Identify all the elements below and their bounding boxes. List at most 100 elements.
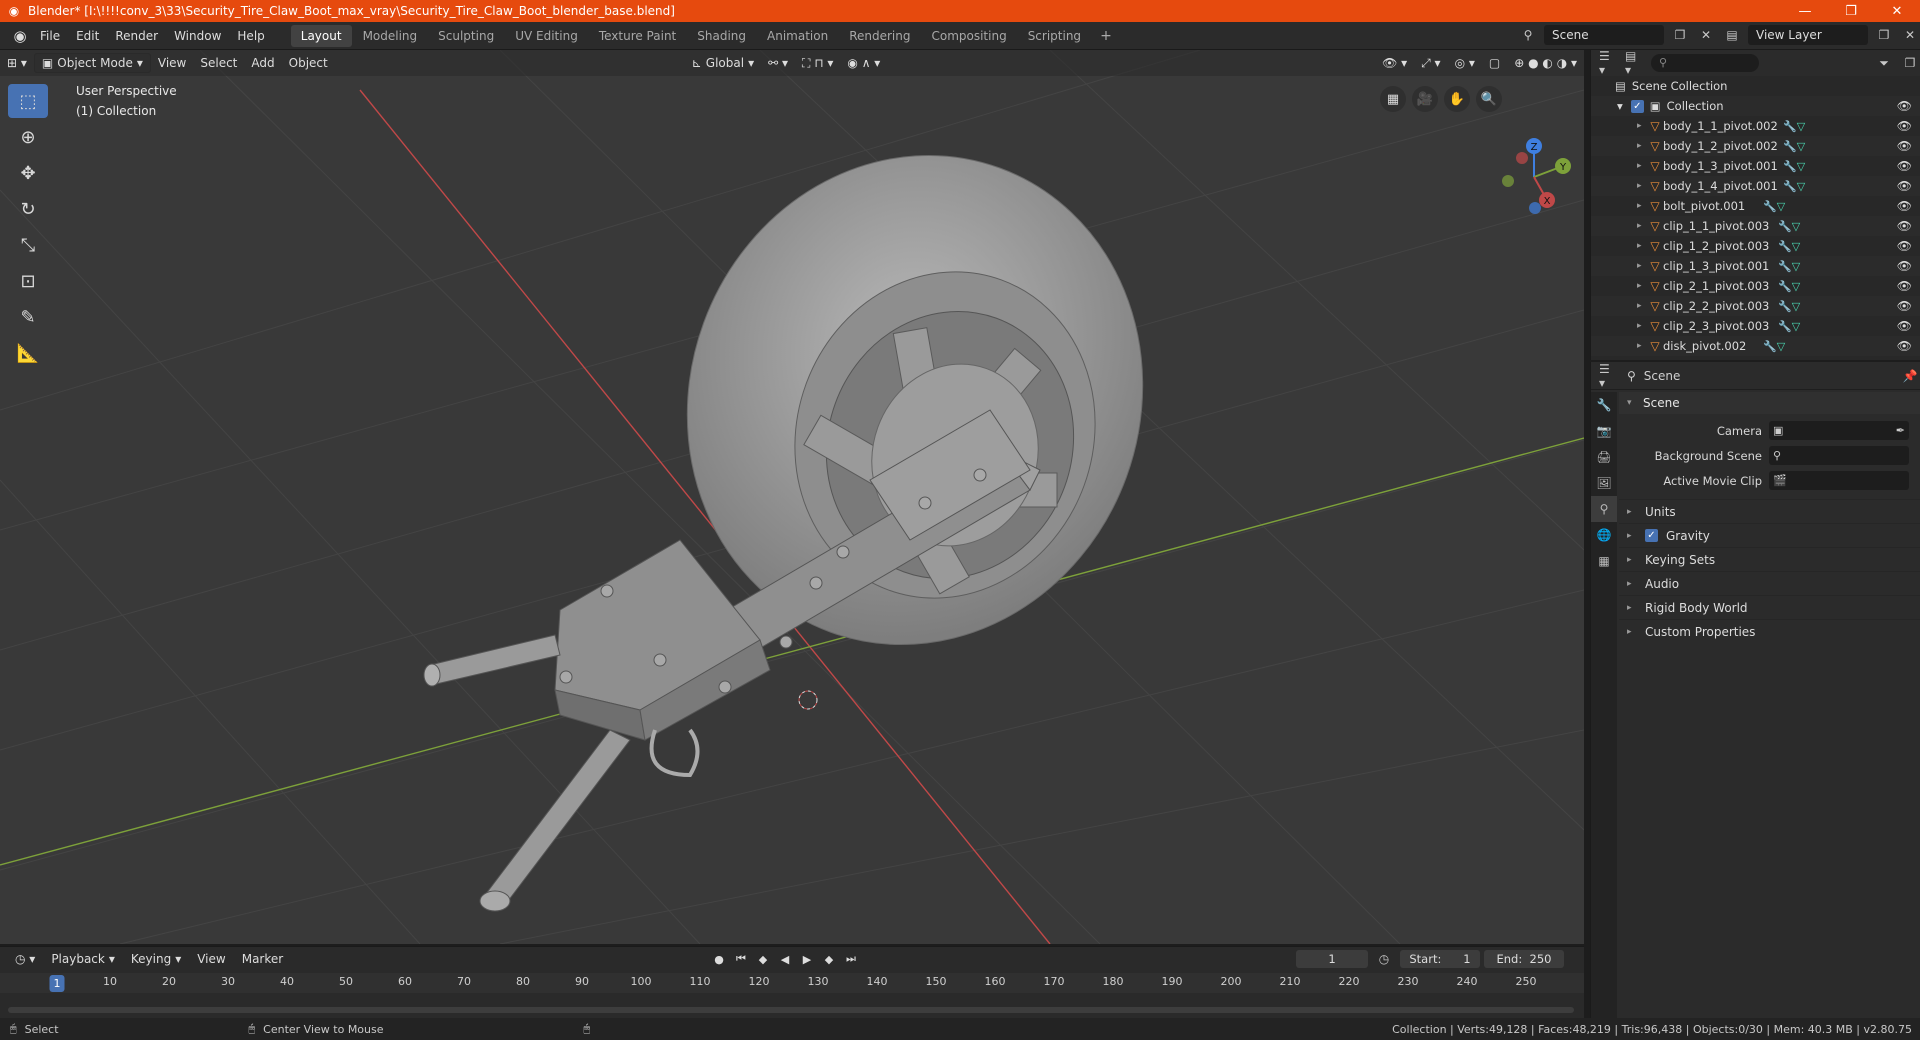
menu-help[interactable]: Help <box>229 25 272 47</box>
add-workspace-icon[interactable]: + <box>1092 28 1120 44</box>
rotate-tool-icon[interactable]: ↻ <box>8 192 48 226</box>
visibility-icon[interactable]: 👁 ▾ <box>1375 53 1414 73</box>
xray-icon[interactable]: ▢ <box>1482 53 1507 73</box>
camera-view-icon[interactable]: 🎥 <box>1412 86 1438 112</box>
keying-sets-panel[interactable]: ▸ Keying Sets <box>1619 547 1920 571</box>
scale-tool-icon[interactable]: ⤡ <box>8 228 48 262</box>
eye-icon[interactable]: 👁 <box>1897 339 1912 353</box>
outliner-item[interactable]: ▸ ▽ clip_1_2_pivot.003 🔧 ▽ 👁 <box>1591 236 1920 256</box>
expand-icon[interactable]: ▸ <box>1637 141 1647 151</box>
mesh-data-icon[interactable]: ▽ <box>1777 200 1785 213</box>
transform-orientation-selector[interactable]: ⊾ Global ▾ <box>685 53 761 73</box>
properties-editor-icon[interactable]: ☰ ▾ <box>1599 362 1619 390</box>
expand-icon[interactable]: ▸ <box>1637 181 1647 191</box>
camera-field[interactable]: ▣ ✒ <box>1769 421 1909 440</box>
remove-scene-icon[interactable]: ✕ <box>1696 25 1716 45</box>
eye-icon[interactable]: 👁 <box>1897 259 1912 273</box>
outliner-item[interactable]: ▸ ▽ body_1_3_pivot.001 🔧 ▽ 👁 <box>1591 156 1920 176</box>
active-movie-clip-field[interactable]: 🎬 <box>1769 471 1909 490</box>
expand-icon[interactable]: ▸ <box>1637 341 1647 351</box>
select-box-tool-icon[interactable]: ⬚ <box>8 84 48 118</box>
jump-start-icon[interactable]: ⏮ <box>732 950 750 968</box>
expand-icon[interactable]: ▸ <box>1637 161 1647 171</box>
eye-icon[interactable]: 👁 <box>1897 299 1912 313</box>
outliner-item[interactable]: ▸ ▽ bolt_pivot.001 🔧 ▽ 👁 <box>1591 196 1920 216</box>
mesh-data-icon[interactable]: ▽ <box>1792 240 1800 253</box>
timeline-view-menu[interactable]: View <box>190 949 232 969</box>
collection-row[interactable]: ▾ ✓ ▣ Collection 👁 <box>1591 96 1920 116</box>
filter-icon[interactable]: ⏷ <box>1874 53 1894 73</box>
new-collection-icon[interactable]: ❐ <box>1900 53 1920 73</box>
record-icon[interactable]: ● <box>710 950 728 968</box>
editor-type-icon[interactable]: ⊞ ▾ <box>0 53 34 73</box>
display-mode-icon[interactable]: ▤ ▾ <box>1625 50 1645 77</box>
move-tool-icon[interactable]: ✥ <box>8 156 48 190</box>
pivot-point-icon[interactable]: ⚯ ▾ <box>761 53 795 73</box>
new-scene-icon[interactable]: ❐ <box>1670 25 1690 45</box>
tab-scripting[interactable]: Scripting <box>1018 25 1091 47</box>
modifier-wrench-icon[interactable]: 🔧 <box>1783 160 1797 173</box>
view-layer-field[interactable]: View Layer <box>1748 25 1868 45</box>
expand-icon[interactable]: ▸ <box>1637 201 1647 211</box>
gravity-checkbox[interactable]: ✓ <box>1645 529 1658 542</box>
playback-menu[interactable]: Playback ▾ <box>44 949 122 969</box>
rigid-body-world-panel[interactable]: ▸ Rigid Body World <box>1619 595 1920 619</box>
scene-panel-header[interactable]: ▾ Scene <box>1619 392 1920 414</box>
expand-collection-icon[interactable]: ▾ <box>1617 99 1623 113</box>
eye-icon[interactable]: 👁 <box>1897 199 1912 213</box>
outliner-item[interactable]: ▸ ▽ clip_1_3_pivot.001 🔧 ▽ 👁 <box>1591 256 1920 276</box>
gravity-panel[interactable]: ▸ ✓ Gravity <box>1619 523 1920 547</box>
mesh-data-icon[interactable]: ▽ <box>1792 280 1800 293</box>
outliner-item[interactable]: ▸ ▽ body_1_1_pivot.002 🔧 ▽ 👁 <box>1591 116 1920 136</box>
tool-tab-icon[interactable]: 🔧 <box>1591 392 1617 418</box>
mode-selector[interactable]: ▣ Object Mode ▾ <box>33 53 151 73</box>
audio-panel[interactable]: ▸ Audio <box>1619 571 1920 595</box>
next-keyframe-icon[interactable]: ◆ <box>820 950 838 968</box>
tab-layout[interactable]: Layout <box>290 24 352 47</box>
pin-icon[interactable]: 📌 <box>1900 366 1920 386</box>
modifier-wrench-icon[interactable]: 🔧 <box>1778 300 1792 313</box>
menu-window[interactable]: Window <box>166 25 229 47</box>
measure-tool-icon[interactable]: 📐 <box>8 336 48 370</box>
close-button[interactable]: ✕ <box>1874 0 1920 22</box>
prev-keyframe-icon[interactable]: ◆ <box>754 950 772 968</box>
menu-select[interactable]: Select <box>193 53 244 73</box>
outliner-search-input[interactable]: ⚲ <box>1651 54 1759 72</box>
tab-rendering[interactable]: Rendering <box>839 25 920 47</box>
play-icon[interactable]: ▶ <box>798 950 816 968</box>
minimize-button[interactable]: — <box>1782 0 1828 22</box>
outliner-item[interactable]: ▸ ▽ clip_2_3_pivot.003 🔧 ▽ 👁 <box>1591 316 1920 336</box>
menu-object[interactable]: Object <box>282 53 335 73</box>
outliner-item[interactable]: ▸ ▽ clip_2_2_pivot.003 🔧 ▽ 👁 <box>1591 296 1920 316</box>
outliner-item[interactable]: ▸ ▽ body_1_2_pivot.002 🔧 ▽ 👁 <box>1591 136 1920 156</box>
keying-menu[interactable]: Keying ▾ <box>124 949 188 969</box>
expand-icon[interactable]: ▸ <box>1637 121 1647 131</box>
eye-icon[interactable]: 👁 <box>1897 179 1912 193</box>
current-frame-marker[interactable]: 1 <box>49 975 65 992</box>
modifier-wrench-icon[interactable]: 🔧 <box>1783 140 1797 153</box>
mesh-data-icon[interactable]: ▽ <box>1792 220 1800 233</box>
outliner-item[interactable]: ▸ ▽ clip_2_1_pivot.003 🔧 ▽ 👁 <box>1591 276 1920 296</box>
eye-icon[interactable]: 👁 <box>1897 219 1912 233</box>
render-tab-icon[interactable]: 📷 <box>1591 418 1617 444</box>
gizmo-toggle-icon[interactable]: ⤢ ▾ <box>1414 53 1447 73</box>
expand-icon[interactable]: ▸ <box>1637 261 1647 271</box>
eye-icon[interactable]: 👁 <box>1897 159 1912 173</box>
expand-icon[interactable]: ▸ <box>1637 221 1647 231</box>
marker-menu[interactable]: Marker <box>235 949 290 969</box>
expand-icon[interactable]: ▸ <box>1637 321 1647 331</box>
tab-sculpting[interactable]: Sculpting <box>428 25 504 47</box>
modifier-wrench-icon[interactable]: 🔧 <box>1778 260 1792 273</box>
overlays-icon[interactable]: ◎ ▾ <box>1448 53 1482 73</box>
outliner-item[interactable]: ▸ ▽ clip_1_1_pivot.003 🔧 ▽ 👁 <box>1591 216 1920 236</box>
mesh-data-icon[interactable]: ▽ <box>1792 300 1800 313</box>
timeline-ruler[interactable]: 1 10 20 30 40 50 60 70 80 90 100 110 120… <box>0 973 1584 993</box>
units-panel[interactable]: ▸ Units <box>1619 499 1920 523</box>
custom-properties-panel[interactable]: ▸ Custom Properties <box>1619 619 1920 643</box>
tab-shading[interactable]: Shading <box>687 25 756 47</box>
view-layer-icon[interactable]: ▤ <box>1722 25 1742 45</box>
blender-logo-icon[interactable]: ◉ <box>8 24 32 48</box>
jump-end-icon[interactable]: ⏭ <box>842 950 860 968</box>
menu-render[interactable]: Render <box>107 25 166 47</box>
tab-uv-editing[interactable]: UV Editing <box>505 25 588 47</box>
